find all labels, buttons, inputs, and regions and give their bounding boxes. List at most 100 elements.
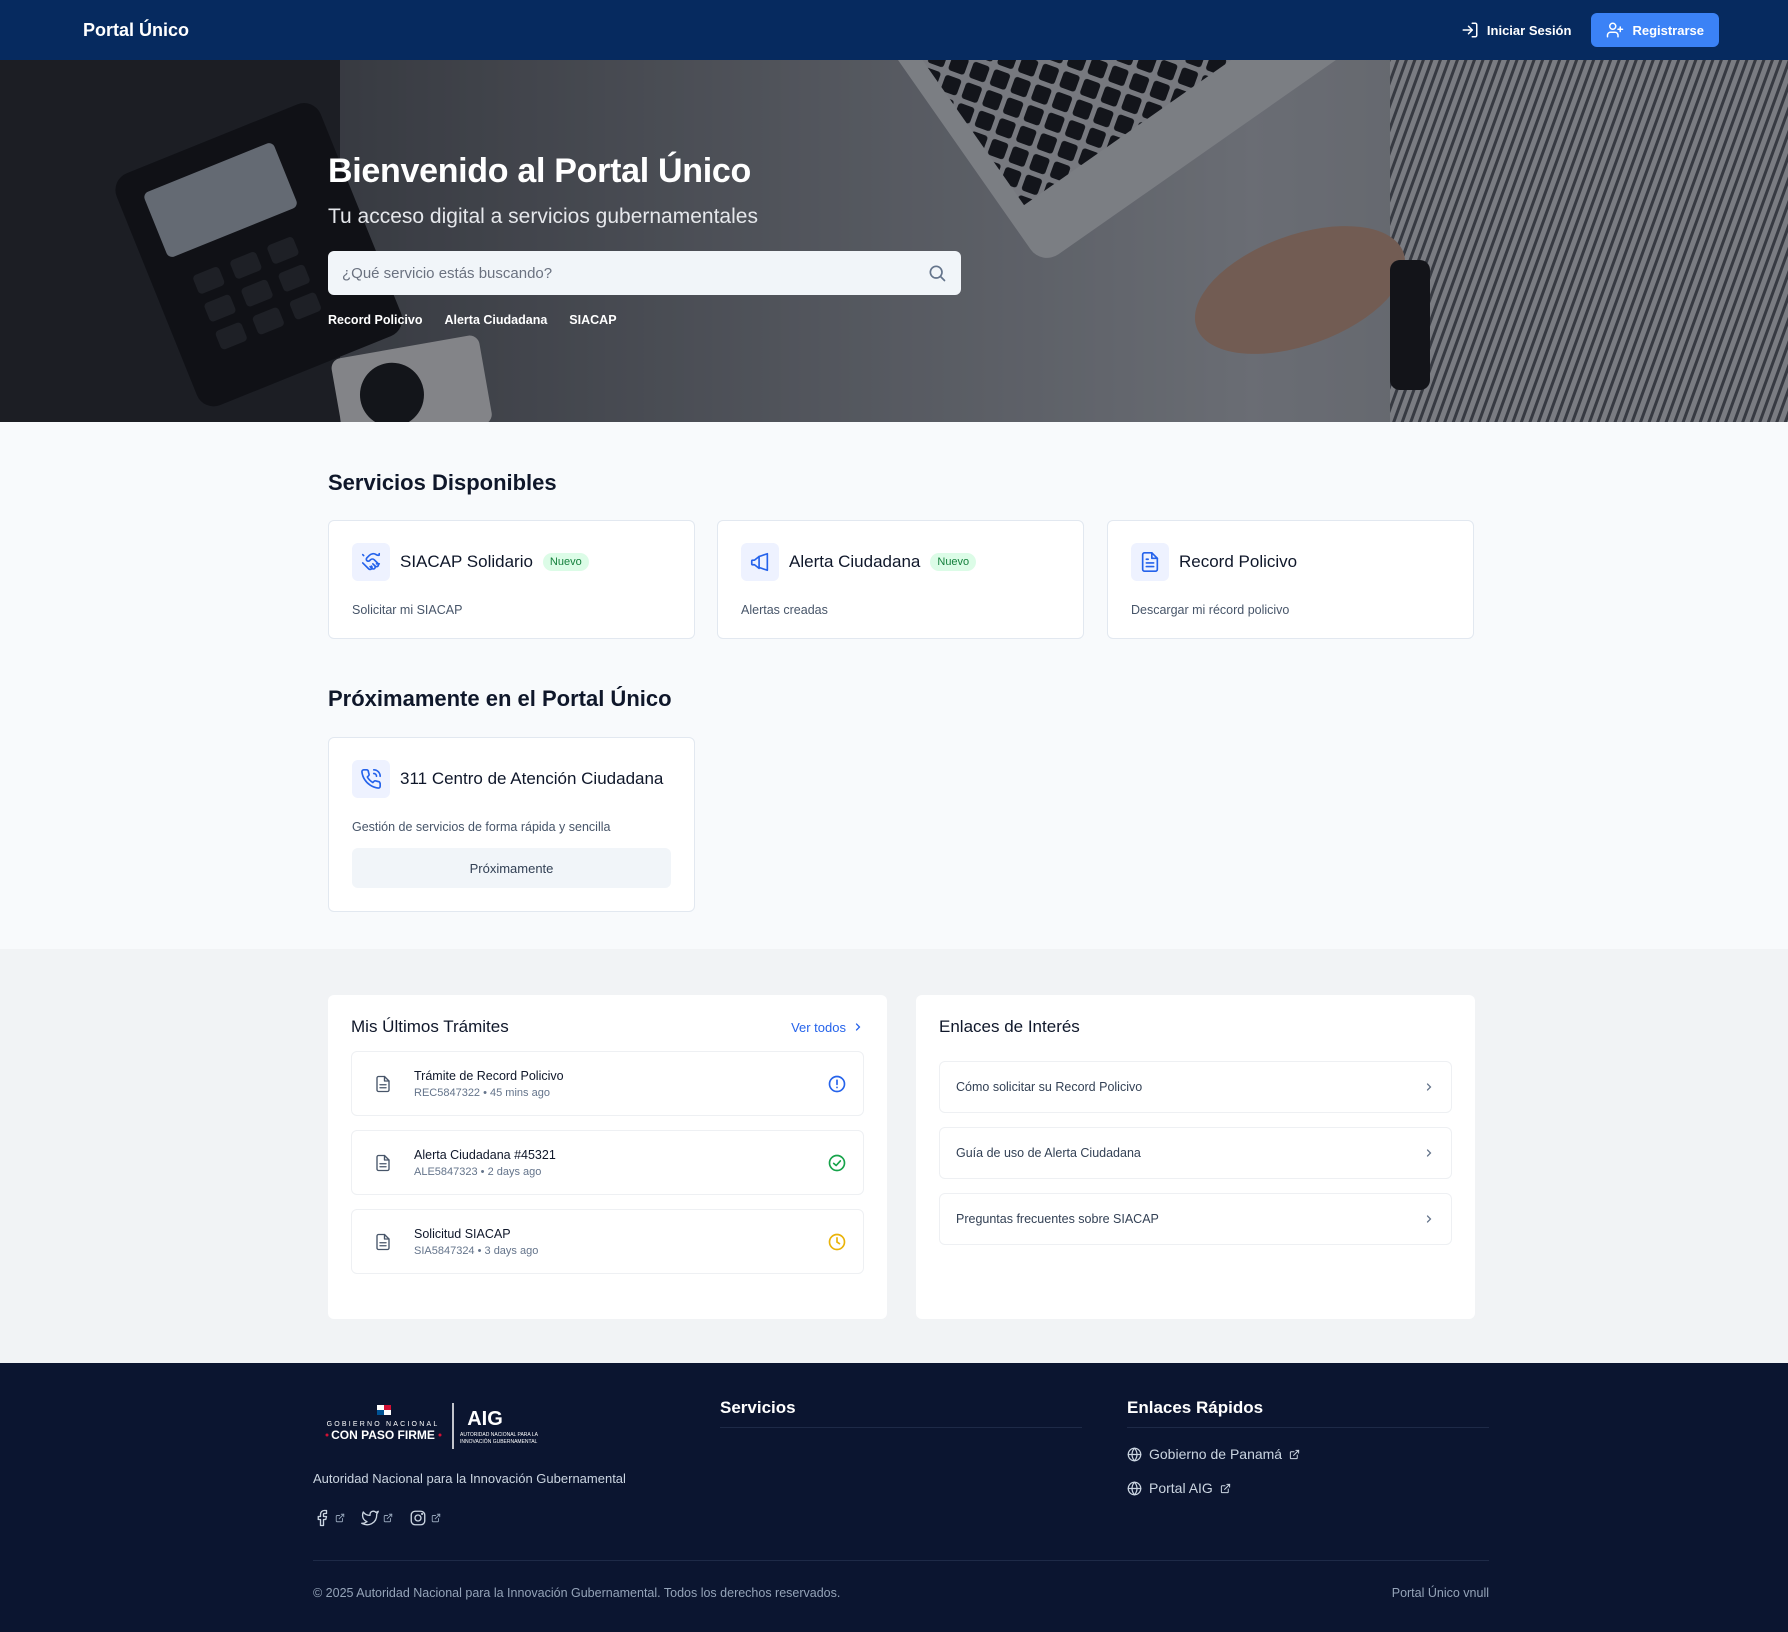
interest-link[interactable]: Preguntas frecuentes sobre SIACAP bbox=[939, 1193, 1452, 1245]
logo-aig-text: AIG bbox=[467, 1408, 503, 1430]
alert-circle-icon bbox=[828, 1075, 846, 1092]
tramite-meta: ALE5847323 • 2 days ago bbox=[414, 1165, 542, 1178]
divider bbox=[1127, 1427, 1489, 1428]
hero-title: Bienvenido al Portal Único bbox=[328, 152, 751, 190]
quick-link-siacap[interactable]: SIACAP bbox=[569, 313, 616, 327]
upcoming-title: Próximamente en el Portal Único bbox=[328, 686, 672, 711]
external-link-icon bbox=[1220, 1483, 1230, 1493]
see-all-link[interactable]: Ver todos bbox=[791, 1020, 864, 1035]
register-button[interactable]: Registrarse bbox=[1591, 13, 1719, 47]
quick-link-record-policivo[interactable]: Record Policivo bbox=[328, 313, 422, 327]
instagram-icon bbox=[410, 1510, 426, 1526]
phone-icon bbox=[352, 760, 390, 798]
footer-link-aig[interactable]: Portal AIG bbox=[1127, 1480, 1231, 1496]
globe-icon bbox=[1127, 1480, 1142, 1496]
footer-services-title: Servicios bbox=[720, 1398, 796, 1417]
divider bbox=[720, 1427, 1082, 1428]
service-card-alerta[interactable]: Alerta Ciudadana Nuevo Alertas creadas bbox=[717, 520, 1084, 639]
instagram-link[interactable] bbox=[409, 1509, 441, 1527]
external-link-icon bbox=[431, 1513, 441, 1523]
footer-link-gobierno[interactable]: Gobierno de Panamá bbox=[1127, 1446, 1300, 1462]
social-links bbox=[313, 1509, 441, 1527]
top-navbar: Portal Único Iniciar Sesión Registrarse bbox=[0, 0, 1788, 60]
tramite-title: Solicitud SIACAP bbox=[414, 1226, 511, 1241]
links-panel: Enlaces de Interés Cómo solicitar su Rec… bbox=[916, 995, 1475, 1319]
tramites-panel: Mis Últimos Trámites Ver todos Trámite d… bbox=[328, 995, 887, 1319]
org-name: Autoridad Nacional para la Innovación Gu… bbox=[313, 1471, 626, 1486]
globe-icon bbox=[1127, 1446, 1142, 1462]
tramite-item[interactable]: Trámite de Record Policivo REC5847322 • … bbox=[351, 1051, 864, 1116]
service-name: Alerta Ciudadana bbox=[789, 552, 921, 571]
external-link-icon bbox=[335, 1513, 345, 1523]
interest-link[interactable]: Cómo solicitar su Record Policivo bbox=[939, 1061, 1452, 1113]
logo-main-text: CON PASO FIRME bbox=[331, 1428, 435, 1442]
upcoming-name: 311 Centro de Atención Ciudadana bbox=[400, 769, 664, 788]
service-card-siacap[interactable]: SIACAP Solidario Nuevo Solicitar mi SIAC… bbox=[328, 520, 695, 639]
register-label: Registrarse bbox=[1632, 22, 1704, 38]
upcoming-card-311: 311 Centro de Atención Ciudadana Gestión… bbox=[328, 737, 695, 912]
user-plus-icon bbox=[1607, 22, 1624, 38]
quick-link-alerta-ciudadana[interactable]: Alerta Ciudadana bbox=[444, 313, 547, 327]
document-icon bbox=[376, 1233, 390, 1250]
footer-link-label: Gobierno de Panamá bbox=[1149, 1446, 1283, 1462]
new-badge: Nuevo bbox=[542, 553, 589, 571]
login-icon bbox=[1462, 22, 1478, 38]
document-icon bbox=[376, 1075, 390, 1092]
tramite-item[interactable]: Alerta Ciudadana #45321 ALE5847323 • 2 d… bbox=[351, 1130, 864, 1195]
chevron-right-icon bbox=[855, 1023, 861, 1031]
tramites-title: Mis Últimos Trámites bbox=[351, 1017, 509, 1036]
tramite-meta: REC5847322 • 45 mins ago bbox=[414, 1086, 550, 1099]
interest-link-label: Guía de uso de Alerta Ciudadana bbox=[956, 1146, 1141, 1160]
service-description: Descargar mi récord policivo bbox=[1131, 603, 1290, 617]
search-input[interactable] bbox=[342, 264, 927, 282]
divider bbox=[313, 1560, 1489, 1561]
search-icon[interactable] bbox=[927, 263, 947, 283]
new-badge: Nuevo bbox=[930, 553, 977, 571]
nav-actions: Iniciar Sesión Registrarse bbox=[1461, 13, 1719, 47]
tramite-title: Trámite de Record Policivo bbox=[414, 1068, 564, 1083]
tramite-item[interactable]: Solicitud SIACAP SIA5847324 • 3 days ago bbox=[351, 1209, 864, 1274]
dashboard-band bbox=[0, 949, 1788, 1363]
twitter-link[interactable] bbox=[361, 1509, 393, 1527]
footer: GOBIERNO NACIONAL CON PASO FIRME AIG AUT… bbox=[0, 1363, 1788, 1632]
hero-subtitle: Tu acceso digital a servicios gubernamen… bbox=[328, 205, 758, 228]
see-all-label: Ver todos bbox=[791, 1019, 846, 1035]
service-description: Solicitar mi SIACAP bbox=[352, 603, 463, 617]
footer-link-label: Portal AIG bbox=[1149, 1480, 1213, 1496]
tramite-meta: SIA5847324 • 3 days ago bbox=[414, 1244, 539, 1257]
check-circle-icon bbox=[828, 1154, 846, 1171]
clock-icon bbox=[828, 1233, 846, 1250]
service-name: SIACAP Solidario bbox=[400, 552, 533, 571]
handshake-icon bbox=[352, 543, 390, 581]
megaphone-icon bbox=[741, 543, 779, 581]
interest-link-label: Cómo solicitar su Record Policivo bbox=[956, 1080, 1143, 1094]
facebook-link[interactable] bbox=[313, 1509, 345, 1527]
tramite-title: Alerta Ciudadana #45321 bbox=[414, 1147, 556, 1162]
hero-quick-links: Record Policivo Alerta Ciudadana SIACAP bbox=[328, 313, 1028, 327]
document-icon bbox=[376, 1154, 390, 1171]
interest-link-label: Preguntas frecuentes sobre SIACAP bbox=[956, 1212, 1159, 1226]
facebook-icon bbox=[317, 1509, 328, 1527]
links-title: Enlaces de Interés bbox=[939, 1017, 1080, 1036]
document-icon bbox=[1131, 543, 1169, 581]
external-link-icon bbox=[1289, 1449, 1300, 1459]
interest-link[interactable]: Guía de uso de Alerta Ciudadana bbox=[939, 1127, 1452, 1179]
government-logo[interactable]: GOBIERNO NACIONAL CON PASO FIRME AIG AUT… bbox=[320, 1399, 560, 1455]
brand-title[interactable]: Portal Único bbox=[83, 20, 189, 41]
chevron-right-icon bbox=[1426, 1083, 1432, 1091]
coming-soon-button[interactable]: Próximamente bbox=[352, 848, 671, 888]
logo-sub-text: AUTORIDAD NACIONAL PARA LA bbox=[460, 1432, 539, 1438]
copyright-text: © 2025 Autoridad Nacional para la Innova… bbox=[313, 1586, 841, 1600]
login-button[interactable]: Iniciar Sesión bbox=[1461, 21, 1572, 39]
footer-quick-title: Enlaces Rápidos bbox=[1127, 1398, 1264, 1417]
chevron-right-icon bbox=[1426, 1215, 1432, 1223]
version-text: Portal Único vnull bbox=[1391, 1586, 1489, 1600]
service-name: Record Policivo bbox=[1179, 552, 1298, 571]
logo-top-text: GOBIERNO NACIONAL bbox=[327, 1421, 440, 1428]
logo-sub-text: INNOVACIÓN GUBERNAMENTAL bbox=[460, 1438, 538, 1445]
search-bar bbox=[328, 251, 961, 295]
twitter-icon bbox=[361, 1510, 379, 1526]
upcoming-description: Gestión de servicios de forma rápida y s… bbox=[352, 820, 611, 834]
login-label: Iniciar Sesión bbox=[1486, 22, 1572, 38]
service-card-record[interactable]: Record Policivo Descargar mi récord poli… bbox=[1107, 520, 1474, 639]
